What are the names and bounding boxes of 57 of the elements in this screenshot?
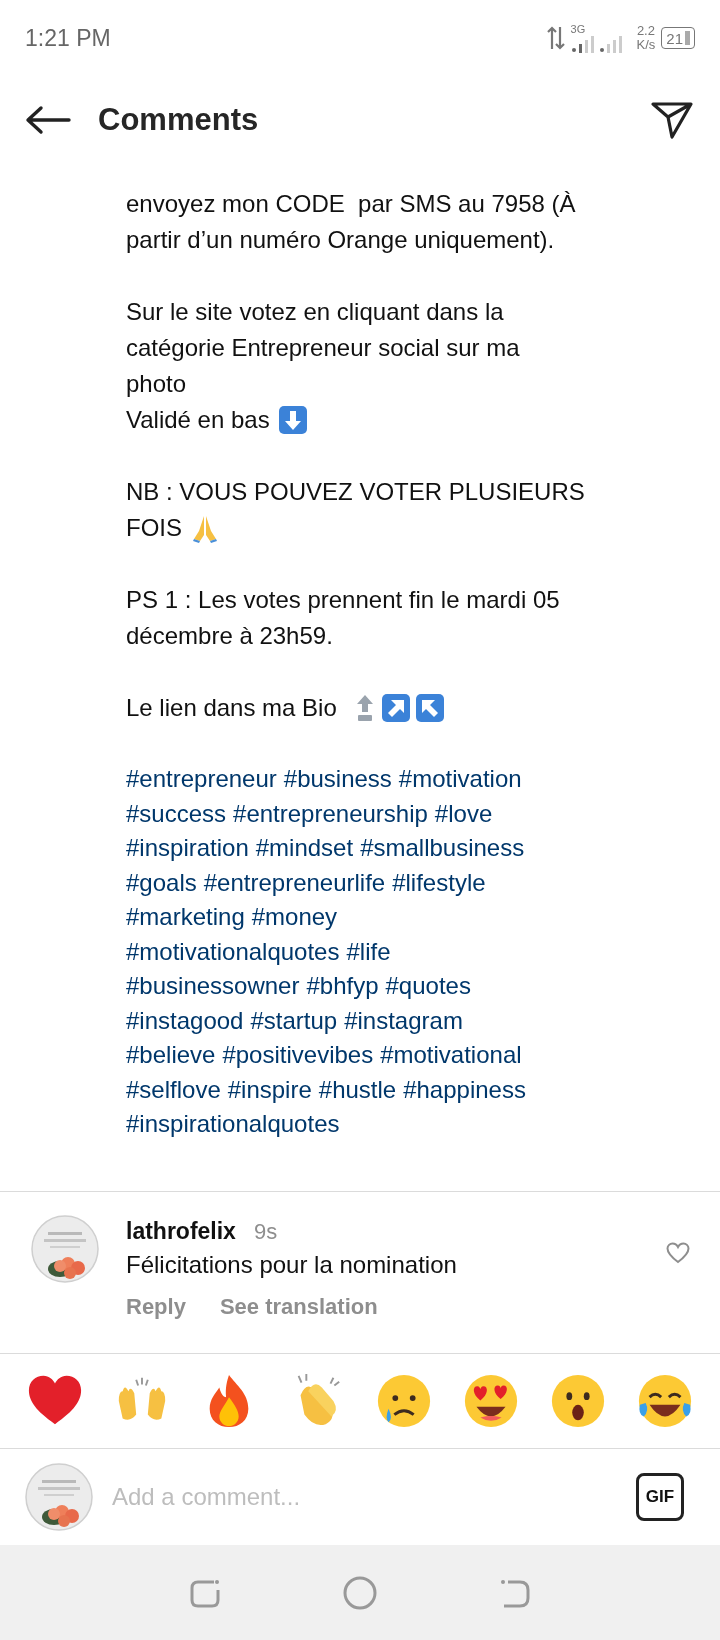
caption-line: catégorie Entrepreneur social sur ma bbox=[126, 333, 520, 363]
data-transfer-icon bbox=[546, 25, 565, 51]
caption-line: NB : VOUS POUVEZ VOTER PLUSIEURS bbox=[126, 477, 585, 507]
status-time: 1:21 PM bbox=[25, 23, 111, 53]
laughing-tears-face-icon[interactable] bbox=[636, 1372, 694, 1430]
page-title: Comments bbox=[98, 100, 259, 139]
hashtag-link[interactable]: #love bbox=[434, 795, 493, 832]
hashtag-link[interactable]: #quotes bbox=[385, 968, 471, 1005]
hashtag-link[interactable]: #hustle bbox=[318, 1071, 397, 1108]
like-icon[interactable] bbox=[666, 1241, 690, 1264]
caption-line: décembre à 23h59. bbox=[126, 621, 333, 651]
hashtag-link[interactable]: #success bbox=[126, 795, 227, 832]
hashtag-link[interactable]: #smallbusiness bbox=[360, 830, 525, 867]
hashtag-link[interactable]: #motivation bbox=[398, 761, 522, 798]
hashtag-link[interactable]: #startup bbox=[250, 1002, 338, 1039]
hashtag-link[interactable]: #inspire bbox=[227, 1071, 312, 1108]
caption-line: partir d’un numéro Orange uniquement). bbox=[126, 225, 555, 255]
hashtag-link[interactable]: #inspirationalquotes bbox=[126, 1106, 340, 1143]
caption-line: PS 1 : Les votes prennent fin le mardi 05 bbox=[126, 585, 560, 615]
hashtag-link[interactable]: #instagood bbox=[126, 1002, 244, 1039]
hashtag-link[interactable]: #motivationalquotes bbox=[126, 933, 340, 970]
hashtag-link[interactable]: #goals bbox=[126, 864, 197, 901]
caption-line: envoyez mon CODE par SMS au 7958 (À bbox=[126, 189, 576, 219]
caption-line: photo bbox=[126, 369, 187, 399]
hashtag-link[interactable]: #entrepreneurlife bbox=[203, 864, 386, 901]
hashtag-link[interactable]: #bhfyp bbox=[306, 968, 379, 1005]
hashtag-link[interactable]: #motivational bbox=[380, 1037, 522, 1074]
send-button[interactable] bbox=[649, 99, 695, 141]
home-icon[interactable] bbox=[342, 1574, 378, 1611]
hashtag-link[interactable]: #selflove bbox=[126, 1071, 221, 1108]
hashtag-link[interactable]: #businessowner bbox=[126, 968, 300, 1005]
speed-unit: K/s bbox=[636, 38, 656, 52]
comment-time: 9s bbox=[253, 1217, 278, 1246]
hashtag-link[interactable]: #instagram bbox=[344, 1002, 463, 1039]
hashtag-link[interactable]: #believe bbox=[126, 1037, 216, 1074]
hashtag-link[interactable]: #business bbox=[283, 761, 392, 798]
caption-line: Sur le site votez en cliquant dans la bbox=[126, 297, 504, 327]
caption-line: FOIS bbox=[126, 513, 182, 543]
battery-indicator: 21 bbox=[661, 27, 695, 49]
speed-value: 2.2 bbox=[636, 24, 655, 38]
hashtag-link[interactable]: #lifestyle bbox=[392, 864, 486, 901]
caption-line: Le lien dans ma Bio bbox=[126, 693, 337, 723]
caption-line: Validé en bas bbox=[126, 405, 270, 435]
comment-text: Félicitations pour la nomination bbox=[126, 1250, 458, 1280]
hashtag-link[interactable]: #happiness bbox=[403, 1071, 526, 1108]
hashtag-link[interactable]: #positivevibes bbox=[222, 1037, 374, 1074]
gif-button[interactable]: GIF bbox=[636, 1473, 684, 1521]
hashtag-link[interactable]: #inspiration bbox=[126, 830, 249, 867]
network-type: 3G bbox=[570, 23, 586, 35]
hashtag-link[interactable]: #mindset bbox=[255, 830, 354, 867]
hashtag-link[interactable]: #marketing bbox=[126, 899, 245, 936]
hashtag-link[interactable]: #money bbox=[251, 899, 338, 936]
comment-username[interactable]: lathrofelix bbox=[126, 1213, 236, 1248]
comment-input[interactable]: Add a comment... bbox=[112, 1479, 636, 1515]
hashtag-link[interactable]: #entrepreneur bbox=[126, 761, 277, 798]
hashtag-link[interactable]: #life bbox=[346, 933, 391, 970]
hashtag-link[interactable]: #entrepreneurship bbox=[233, 795, 428, 832]
